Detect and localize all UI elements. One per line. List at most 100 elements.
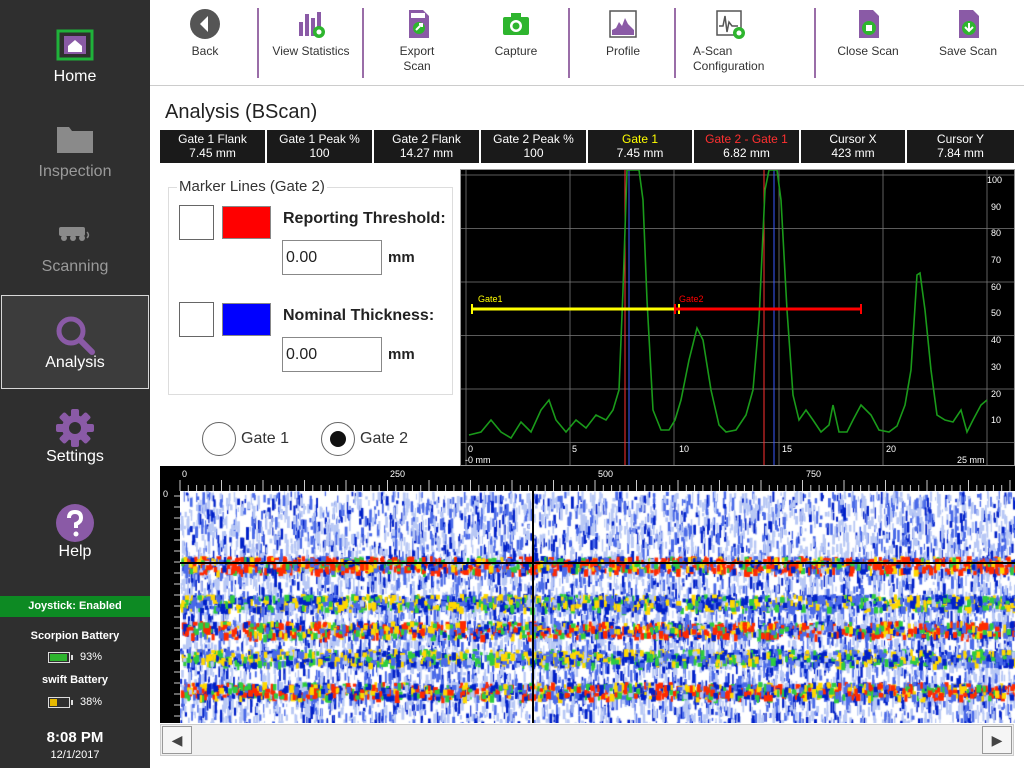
bscan-x-tick: 0 bbox=[182, 469, 187, 479]
radio-selected-dot bbox=[330, 431, 346, 447]
stat-gate1-flank: Gate 1 Flank 7.45 mm bbox=[160, 130, 267, 163]
toolbar-divider bbox=[257, 8, 259, 78]
magnifier-icon bbox=[56, 316, 95, 355]
reporting-threshold-color-swatch[interactable] bbox=[222, 206, 271, 239]
nav-analysis-label: Analysis bbox=[45, 354, 105, 371]
ascan-svg: Gate1 Gate2 0 5 10 15 20 -0 mm 25 mm 10 … bbox=[461, 170, 1014, 465]
gate2-radio-label[interactable]: Gate 2 bbox=[360, 430, 408, 448]
back-button[interactable]: Back bbox=[170, 0, 240, 86]
reporting-threshold-label: Reporting Threshold: bbox=[283, 210, 446, 227]
close-file-icon bbox=[859, 10, 879, 38]
clock-time: 8:08 PM bbox=[46, 729, 104, 746]
stat-label: Gate 1 Peak % bbox=[279, 132, 360, 146]
bscan-image[interactable]: 0 250 500 750 0 bbox=[160, 466, 1015, 723]
bscan-x-tick: 750 bbox=[806, 469, 821, 479]
stat-value: 423 mm bbox=[831, 146, 875, 160]
ascan-x-tick: 0 bbox=[468, 444, 473, 454]
nav-help-label: Help bbox=[58, 543, 92, 560]
gate2-radio[interactable] bbox=[321, 422, 355, 456]
close-scan-button[interactable]: Close Scan bbox=[826, 0, 910, 86]
ascan-y-tick: 90 bbox=[991, 202, 1001, 212]
nominal-thickness-label: Nominal Thickness: bbox=[283, 307, 435, 324]
save-scan-button[interactable]: Save Scan bbox=[928, 0, 1008, 86]
export-scan-button[interactable]: Export Scan bbox=[372, 0, 464, 86]
toolbar-divider bbox=[674, 8, 676, 78]
nominal-thickness-color-swatch[interactable] bbox=[222, 303, 271, 336]
reporting-threshold-checkbox[interactable] bbox=[179, 205, 214, 240]
stat-gate2-minus-gate1: Gate 2 - Gate 1 6.82 mm bbox=[694, 130, 801, 163]
ascan-y-tick: 50 bbox=[991, 308, 1001, 318]
folder-icon bbox=[57, 127, 93, 153]
stat-value: 14.27 mm bbox=[399, 146, 454, 160]
scorpion-battery-fill bbox=[49, 653, 67, 661]
stat-label: Gate 1 bbox=[621, 132, 659, 146]
stat-value: 7.45 mm bbox=[616, 146, 664, 160]
page-title: Analysis (BScan) bbox=[165, 101, 318, 123]
ascan-x-tick: 10 bbox=[679, 444, 689, 454]
stat-label: Cursor Y bbox=[936, 132, 985, 146]
toolbar-divider bbox=[814, 8, 816, 78]
scroll-left-button[interactable]: ◀ bbox=[162, 726, 192, 754]
nav-settings[interactable]: Settings bbox=[0, 380, 150, 475]
ascan-x-tick: 15 bbox=[782, 444, 792, 454]
view-statistics-button[interactable]: View Statistics bbox=[265, 0, 357, 86]
nav-inspection[interactable]: Inspection bbox=[0, 95, 150, 190]
profile-button[interactable]: Profile bbox=[578, 0, 668, 86]
nav-analysis[interactable]: Analysis bbox=[1, 295, 149, 389]
stat-cursor-x: Cursor X 423 mm bbox=[801, 130, 907, 163]
ascan-y-tick: 80 bbox=[991, 228, 1001, 238]
scorpion-battery: 93% bbox=[0, 651, 150, 663]
ascan-plot[interactable]: Gate1 Gate2 0 5 10 15 20 -0 mm 25 mm 10 … bbox=[460, 169, 1015, 466]
stat-label: Gate 2 Peak % bbox=[493, 132, 574, 146]
stat-gate1: Gate 1 7.45 mm bbox=[588, 130, 694, 163]
ascan-configuration-button[interactable]: A-Scan Configuration bbox=[680, 0, 780, 86]
nav-scanning[interactable]: Scanning bbox=[0, 190, 150, 285]
ascan-signal-trace bbox=[468, 170, 988, 440]
ascan-y-tick: 100 bbox=[987, 175, 1002, 185]
nav-help[interactable]: Help bbox=[0, 475, 150, 570]
help-icon bbox=[56, 504, 94, 542]
scorpion-battery-pct: 93% bbox=[79, 651, 103, 663]
nav-home[interactable]: Home bbox=[0, 0, 150, 95]
joystick-status: Joystick: Enabled bbox=[0, 596, 150, 617]
app-root: Home Inspection Scanning Analysis Settin… bbox=[0, 0, 1024, 768]
ascan-x-start: -0 mm bbox=[465, 455, 491, 465]
battery-icon bbox=[47, 696, 73, 708]
nominal-thickness-input[interactable]: 0.00 bbox=[282, 337, 382, 372]
reporting-threshold-input[interactable]: 0.00 bbox=[282, 240, 382, 275]
gate2-bar[interactable] bbox=[674, 304, 862, 314]
stat-value: 7.84 mm bbox=[937, 146, 984, 160]
camera-icon bbox=[503, 13, 529, 35]
bscan-x-tick: 250 bbox=[390, 469, 405, 479]
ascan-x-tick: 20 bbox=[886, 444, 896, 454]
close-scan-label: Close Scan bbox=[837, 44, 899, 58]
stats-bar: Gate 1 Flank 7.45 mm Gate 1 Peak % 100 G… bbox=[160, 130, 1014, 163]
capture-label: Capture bbox=[494, 44, 538, 58]
bscan-scrollbar[interactable]: ◀ ▶ bbox=[160, 724, 1014, 756]
ascan-y-tick: 70 bbox=[991, 255, 1001, 265]
export-scan-text: Export Scan bbox=[399, 44, 435, 73]
gate1-radio[interactable] bbox=[202, 422, 236, 456]
nominal-thickness-unit: mm bbox=[388, 346, 415, 363]
reporting-threshold-unit: mm bbox=[388, 249, 415, 266]
capture-button[interactable]: Capture bbox=[470, 0, 562, 86]
back-label: Back bbox=[191, 44, 219, 58]
bscan-cursor-vertical[interactable] bbox=[532, 484, 534, 723]
gate1-radio-label[interactable]: Gate 1 bbox=[241, 430, 289, 448]
bscan-cursor-horizontal[interactable] bbox=[180, 562, 1015, 564]
stat-label: Gate 2 Flank bbox=[392, 132, 461, 146]
nominal-thickness-checkbox[interactable] bbox=[179, 302, 214, 337]
bscan-canvas bbox=[180, 491, 1015, 723]
export-csv-icon bbox=[409, 10, 429, 38]
scroll-right-button[interactable]: ▶ bbox=[982, 726, 1012, 754]
gate1-label: Gate1 bbox=[478, 294, 503, 304]
ascan-configuration-label: A-Scan Configuration bbox=[680, 44, 780, 74]
profile-label: Profile bbox=[605, 44, 640, 58]
nav-home-label: Home bbox=[53, 68, 97, 85]
gear-icon bbox=[56, 409, 94, 447]
bscan-y-start: 0 bbox=[163, 489, 168, 499]
marker-lines-title: Marker Lines (Gate 2) bbox=[177, 178, 327, 195]
stat-value: 100 bbox=[523, 146, 544, 160]
gate2-label: Gate2 bbox=[679, 294, 704, 304]
back-arrow-icon bbox=[190, 9, 220, 39]
